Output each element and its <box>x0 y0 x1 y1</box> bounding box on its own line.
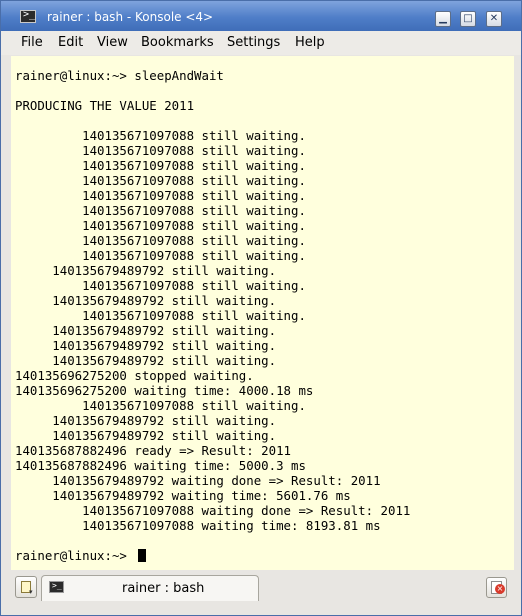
terminal-line: 140135671097088 still waiting. <box>15 278 306 293</box>
close-x-icon: × <box>495 584 505 594</box>
menu-view[interactable]: View <box>97 35 128 51</box>
app-icon-glyph: >_ <box>23 9 36 20</box>
dropdown-arrow-icon: ▾ <box>29 588 33 596</box>
terminal-line: 140135696275200 stopped waiting. <box>15 368 254 383</box>
close-window-button[interactable]: ✕ <box>486 11 502 27</box>
terminal-line: 140135671097088 still waiting. <box>15 398 306 413</box>
terminal-prompt-line: rainer@linux:~> <box>15 548 147 563</box>
terminal-line: PRODUCING THE VALUE 2011 <box>15 98 195 113</box>
terminal-line: 140135671097088 still waiting. <box>15 233 306 248</box>
terminal-line: 140135671097088 still waiting. <box>15 128 306 143</box>
close-tab-button[interactable]: × <box>486 577 507 598</box>
tab-rainer-bash[interactable]: >_ rainer : bash <box>41 575 259 601</box>
terminal-line: 140135687882496 ready => Result: 2011 <box>15 443 292 458</box>
terminal-line: 140135679489792 waiting done => Result: … <box>15 473 381 488</box>
tab-bar: ▾ >_ rainer : bash × <box>1 571 521 615</box>
terminal-line: 140135671097088 waiting time: 8193.81 ms <box>15 518 381 533</box>
window-title: rainer : bash - Konsole <4> <box>47 10 214 24</box>
terminal-line: 140135679489792 still waiting. <box>15 428 277 443</box>
minimize-button[interactable]: ▁ <box>435 11 451 27</box>
terminal-line: 140135696275200 waiting time: 4000.18 ms <box>15 383 314 398</box>
menu-help[interactable]: Help <box>295 35 325 51</box>
maximize-button[interactable]: □ <box>460 11 476 27</box>
terminal-line: 140135671097088 still waiting. <box>15 218 306 233</box>
terminal-line: 140135671097088 still waiting. <box>15 248 306 263</box>
menu-bar: File Edit View Bookmarks Settings Help <box>1 31 521 55</box>
tab-icon-glyph: >_ <box>52 581 62 590</box>
terminal-line: 140135679489792 still waiting. <box>15 293 277 308</box>
terminal-line: 140135679489792 still waiting. <box>15 413 277 428</box>
terminal-line: 140135671097088 still waiting. <box>15 308 306 323</box>
terminal-line: 140135679489792 still waiting. <box>15 263 277 278</box>
menu-edit[interactable]: Edit <box>58 35 83 51</box>
terminal-icon: >_ <box>49 581 64 593</box>
terminal-line: 140135671097088 still waiting. <box>15 203 306 218</box>
terminal-line: 140135671097088 still waiting. <box>15 188 306 203</box>
konsole-terminal-icon[interactable]: >_ <box>20 9 36 23</box>
terminal-output[interactable]: rainer@linux:~> sleepAndWait PRODUCING T… <box>11 56 514 570</box>
konsole-window: >_ rainer : bash - Konsole <4> ▁ □ ✕ Fil… <box>0 0 522 616</box>
menu-bookmarks[interactable]: Bookmarks <box>141 35 214 51</box>
terminal-line: 140135687882496 waiting time: 5000.3 ms <box>15 458 306 473</box>
title-bar[interactable]: >_ rainer : bash - Konsole <4> ▁ □ ✕ <box>1 1 521 31</box>
terminal-line: 140135679489792 waiting time: 5601.76 ms <box>15 488 351 503</box>
terminal-line: 140135671097088 still waiting. <box>15 158 306 173</box>
tab-label: rainer : bash <box>122 581 205 596</box>
terminal-prompt-line: rainer@linux:~> sleepAndWait <box>15 68 224 83</box>
terminal-line: 140135671097088 still waiting. <box>15 173 306 188</box>
terminal-line: 140135679489792 still waiting. <box>15 353 277 368</box>
terminal-prompt: rainer@linux:~> <box>15 548 135 563</box>
menu-settings[interactable]: Settings <box>227 35 280 51</box>
terminal-line: 140135679489792 still waiting. <box>15 323 277 338</box>
menu-file[interactable]: File <box>21 35 43 51</box>
text-cursor <box>138 549 147 562</box>
terminal-line: 140135671097088 waiting done => Result: … <box>15 503 411 518</box>
terminal-line: 140135679489792 still waiting. <box>15 338 277 353</box>
new-tab-button[interactable]: ▾ <box>15 576 37 598</box>
terminal-line: 140135671097088 still waiting. <box>15 143 306 158</box>
